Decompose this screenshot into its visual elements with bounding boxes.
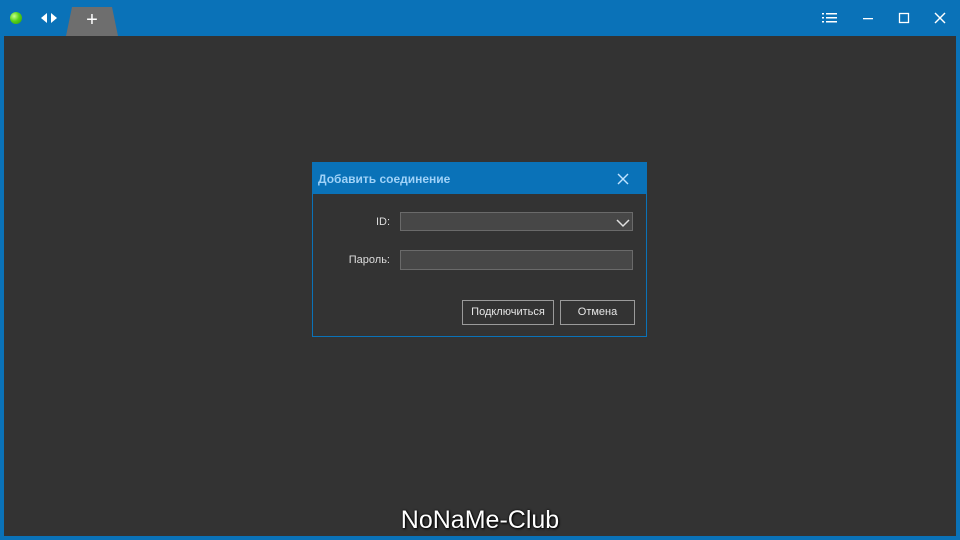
dialog-header: Добавить соединение: [313, 163, 646, 194]
left-right-arrows-icon[interactable]: [40, 11, 58, 25]
password-label: Пароль:: [348, 254, 390, 266]
watermark-text: NoNaMe-Club: [400, 506, 560, 534]
dialog-title: Добавить соединение: [318, 172, 451, 186]
close-icon[interactable]: [930, 8, 950, 28]
id-label: ID:: [375, 216, 390, 228]
cancel-button[interactable]: Отмена: [560, 300, 635, 325]
menu-icon[interactable]: [820, 8, 840, 28]
minimize-icon[interactable]: [858, 8, 878, 28]
password-field[interactable]: [400, 250, 633, 270]
dialog-close-icon[interactable]: [615, 171, 631, 187]
plus-icon: +: [86, 9, 98, 31]
maximize-icon[interactable]: [894, 8, 914, 28]
add-connection-dialog: Добавить соединение ID: Пароль: Подключи…: [312, 162, 647, 337]
connect-button[interactable]: Подключиться: [462, 300, 554, 325]
chevron-down-icon[interactable]: [616, 216, 630, 228]
status-dot-icon: [10, 12, 22, 24]
title-bar: +: [0, 0, 960, 36]
id-combobox[interactable]: [400, 212, 633, 231]
new-tab-button[interactable]: +: [66, 7, 118, 36]
